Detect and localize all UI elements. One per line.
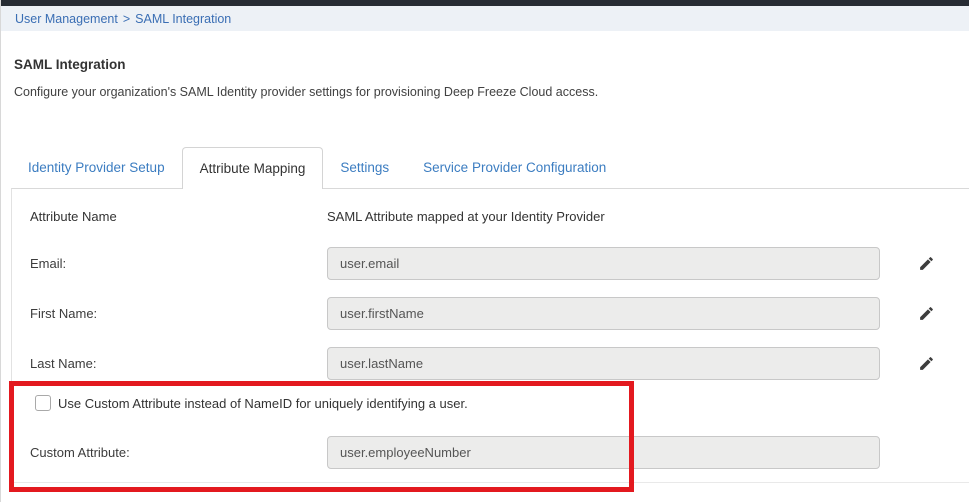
tab-attribute-mapping[interactable]: Attribute Mapping	[182, 147, 324, 189]
edit-last-name-button[interactable]	[916, 354, 936, 374]
edit-pencil-icon	[918, 355, 935, 372]
breadcrumb-link-user-management[interactable]: User Management	[15, 12, 118, 26]
column-headers: Attribute Name SAML Attribute mapped at …	[30, 209, 605, 224]
tab-settings[interactable]: Settings	[323, 147, 406, 188]
breadcrumb-current-saml-integration: SAML Integration	[135, 12, 231, 26]
attribute-row-first-name: First Name:	[30, 297, 969, 330]
edit-pencil-icon	[918, 255, 935, 272]
use-custom-attribute-checkbox-label: Use Custom Attribute instead of NameID f…	[58, 396, 468, 411]
custom-attribute-label: Custom Attribute:	[30, 445, 327, 460]
first-name-attribute-input[interactable]	[327, 297, 880, 330]
email-attribute-input[interactable]	[327, 247, 880, 280]
saml-integration-page: User Management > SAML Integration SAML …	[0, 0, 975, 502]
attribute-row-last-name: Last Name:	[30, 347, 969, 380]
edit-first-name-button[interactable]	[916, 304, 936, 324]
last-name-attribute-input[interactable]	[327, 347, 880, 380]
tab-identity-provider-setup[interactable]: Identity Provider Setup	[11, 147, 182, 188]
email-label: Email:	[30, 256, 327, 271]
edit-pencil-icon	[918, 305, 935, 322]
first-name-label: First Name:	[30, 306, 327, 321]
last-name-label: Last Name:	[30, 356, 327, 371]
use-custom-attribute-checkbox[interactable]	[35, 395, 51, 411]
tab-service-provider-configuration[interactable]: Service Provider Configuration	[406, 147, 623, 188]
column-header-saml-attribute: SAML Attribute mapped at your Identity P…	[327, 209, 605, 224]
custom-attribute-checkbox-row: Use Custom Attribute instead of NameID f…	[35, 395, 468, 411]
edit-email-button[interactable]	[916, 254, 936, 274]
column-header-attribute-name: Attribute Name	[30, 209, 327, 224]
page-description: Configure your organization's SAML Ident…	[14, 85, 598, 99]
breadcrumb-separator: >	[123, 12, 130, 26]
tab-bar: Identity Provider Setup Attribute Mappin…	[11, 147, 623, 189]
attribute-row-email: Email:	[30, 247, 969, 280]
breadcrumb: User Management > SAML Integration	[1, 6, 969, 31]
custom-attribute-input[interactable]	[327, 436, 880, 469]
attribute-row-custom: Custom Attribute:	[30, 436, 969, 469]
page-title: SAML Integration	[14, 57, 126, 72]
attribute-mapping-panel: Attribute Name SAML Attribute mapped at …	[11, 188, 969, 483]
